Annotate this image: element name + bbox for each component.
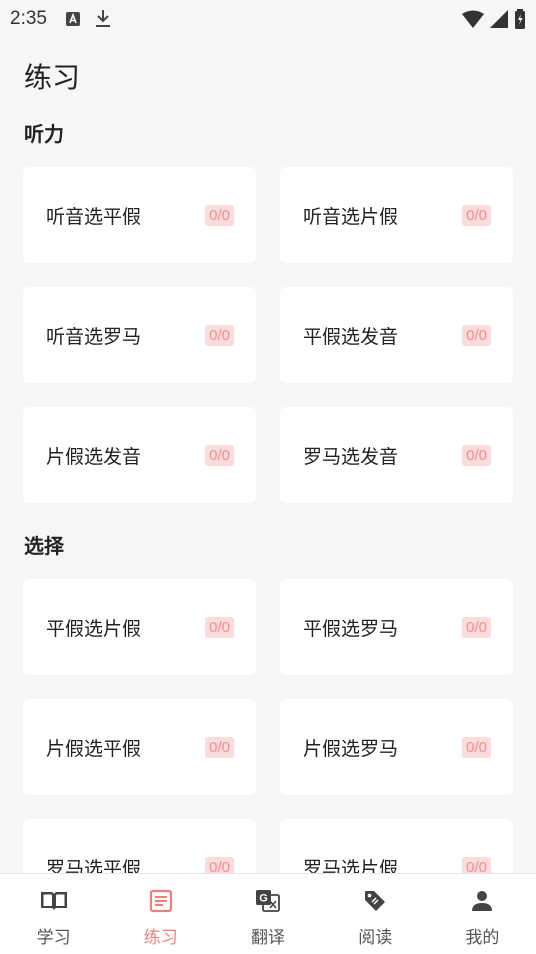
nav-label: 我的 <box>465 928 500 948</box>
practice-card[interactable]: 平假选发音 0/0 <box>280 287 513 383</box>
score-badge: 0/0 <box>205 204 234 226</box>
wifi-icon <box>462 10 484 28</box>
listening-grid: 听音选平假 0/0 听音选片假 0/0 听音选罗马 0/0 平假选发音 0/0 … <box>23 167 513 503</box>
tag-icon <box>360 888 390 914</box>
score-badge: 0/0 <box>462 204 491 226</box>
section-title-choice: 选择 <box>24 534 64 558</box>
practice-icon <box>146 888 176 914</box>
card-label: 片假选发音 <box>46 445 142 468</box>
signal-icon <box>490 10 508 28</box>
card-label: 罗马选发音 <box>303 445 399 468</box>
card-label: 听音选平假 <box>46 205 142 228</box>
card-label: 平假选发音 <box>303 325 399 348</box>
card-label: 平假选片假 <box>46 617 142 640</box>
bottom-nav: 学习 练习 G 翻译 阅读 我的 <box>0 873 536 954</box>
download-icon <box>95 10 110 27</box>
practice-card[interactable]: 片假选平假 0/0 <box>23 699 256 795</box>
score-badge: 0/0 <box>462 324 491 346</box>
status-time: 2:35 <box>10 8 47 29</box>
section-title-listening: 听力 <box>24 122 64 146</box>
practice-card[interactable]: 听音选罗马 0/0 <box>23 287 256 383</box>
score-badge: 0/0 <box>462 616 491 638</box>
app-notification-icon <box>65 12 80 26</box>
nav-item-practice[interactable]: 练习 <box>107 874 214 954</box>
score-badge: 0/0 <box>205 736 234 758</box>
score-badge: 0/0 <box>205 444 234 466</box>
choice-grid: 平假选片假 0/0 平假选罗马 0/0 片假选平假 0/0 片假选罗马 0/0 … <box>23 579 513 915</box>
practice-card[interactable]: 听音选片假 0/0 <box>280 167 513 263</box>
score-badge: 0/0 <box>462 444 491 466</box>
nav-label: 练习 <box>143 928 178 948</box>
nav-label: 阅读 <box>358 928 393 948</box>
practice-card[interactable]: 听音选平假 0/0 <box>23 167 256 263</box>
translate-icon: G <box>253 888 283 914</box>
battery-icon <box>515 9 525 29</box>
nav-item-mine[interactable]: 我的 <box>429 874 536 954</box>
nav-label: 学习 <box>36 928 71 948</box>
person-icon <box>467 888 497 914</box>
svg-text:G: G <box>259 893 268 905</box>
card-label: 片假选平假 <box>46 737 142 760</box>
score-badge: 0/0 <box>462 736 491 758</box>
page-title: 练习 <box>24 61 81 94</box>
score-badge: 0/0 <box>205 324 234 346</box>
score-badge: 0/0 <box>205 616 234 638</box>
status-bar: 2:35 <box>0 0 536 38</box>
nav-item-study[interactable]: 学习 <box>0 874 107 954</box>
nav-item-reading[interactable]: 阅读 <box>322 874 429 954</box>
card-label: 听音选罗马 <box>46 325 142 348</box>
card-label: 平假选罗马 <box>303 617 399 640</box>
nav-item-translate[interactable]: G 翻译 <box>214 874 321 954</box>
card-label: 听音选片假 <box>303 205 399 228</box>
book-icon <box>39 888 69 914</box>
practice-card[interactable]: 片假选发音 0/0 <box>23 407 256 503</box>
practice-card[interactable]: 平假选片假 0/0 <box>23 579 256 675</box>
practice-card[interactable]: 平假选罗马 0/0 <box>280 579 513 675</box>
practice-card[interactable]: 罗马选发音 0/0 <box>280 407 513 503</box>
nav-label: 翻译 <box>251 928 285 948</box>
practice-card[interactable]: 片假选罗马 0/0 <box>280 699 513 795</box>
card-label: 片假选罗马 <box>303 737 399 760</box>
